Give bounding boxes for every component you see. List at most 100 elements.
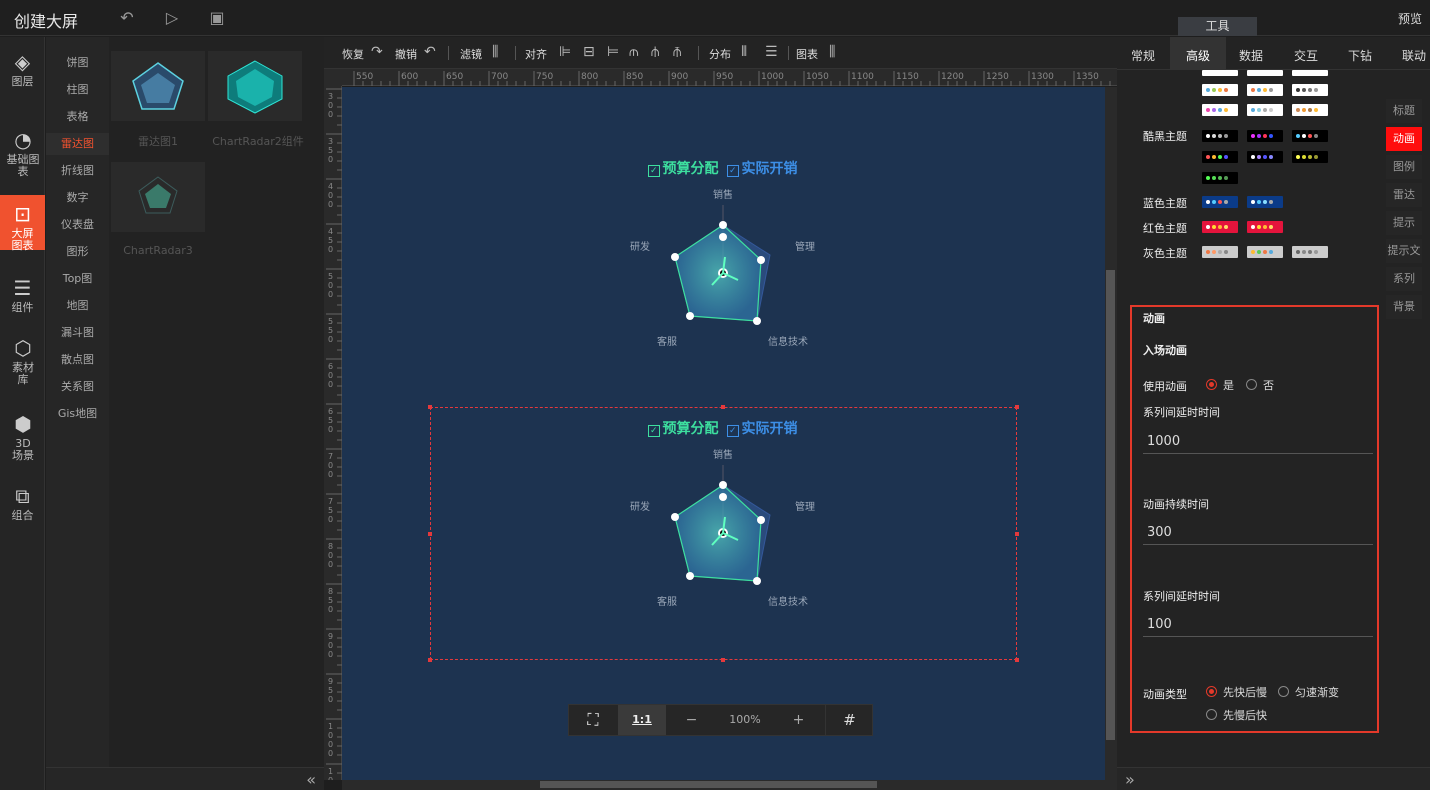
side-menu-series[interactable]: 系列	[1386, 267, 1422, 291]
category-item[interactable]: 散点图	[46, 349, 109, 371]
side-menu-tooltip[interactable]: 提示	[1386, 211, 1422, 235]
series-delay2-input[interactable]: 100	[1143, 613, 1373, 637]
nav-screen-chart[interactable]: ⊡ 大屏图表	[0, 195, 45, 252]
category-item[interactable]: 表格	[46, 106, 109, 128]
align-left-icon[interactable]: ⊫	[559, 44, 571, 60]
theme-swatch[interactable]	[1247, 70, 1283, 76]
tab-advanced[interactable]: 高级	[1186, 47, 1210, 64]
tab-linkage[interactable]: 联动	[1402, 47, 1426, 64]
radar1-legend-budget[interactable]: ✓ 预算分配	[648, 158, 719, 178]
category-item[interactable]: Gis地图	[46, 403, 109, 425]
theme-swatch[interactable]	[1292, 246, 1328, 258]
radar1-legend-actual[interactable]: ✓ 实际开销	[727, 158, 798, 178]
resize-handle[interactable]	[721, 405, 725, 409]
back-icon[interactable]: ↶	[118, 9, 136, 27]
resize-handle[interactable]	[428, 532, 432, 536]
nav-basic-chart[interactable]: ◔ 基础图表	[6, 129, 40, 178]
side-menu-title[interactable]: 标题	[1386, 99, 1422, 123]
theme-swatch[interactable]	[1202, 84, 1238, 96]
theme-swatch[interactable]	[1292, 151, 1328, 163]
side-menu-radar[interactable]: 雷达	[1386, 183, 1422, 207]
distribute-v-icon[interactable]: ☰	[765, 44, 778, 60]
filter-chart-icon[interactable]: ⫼	[492, 44, 498, 60]
tab-data[interactable]: 数据	[1239, 47, 1263, 64]
side-menu-background[interactable]: 背景	[1386, 295, 1422, 319]
theme-swatch[interactable]	[1202, 130, 1238, 142]
theme-swatch[interactable]	[1202, 151, 1238, 163]
theme-swatch[interactable]	[1202, 104, 1238, 116]
preview-button[interactable]: 预览	[1398, 10, 1422, 27]
side-menu-tooltip-text[interactable]: 提示文	[1386, 239, 1422, 263]
theme-swatch[interactable]	[1202, 221, 1238, 233]
theme-swatch[interactable]	[1247, 84, 1283, 96]
use-animation-yes-radio[interactable]	[1206, 379, 1217, 390]
category-item[interactable]: 关系图	[46, 376, 109, 398]
theme-swatch[interactable]	[1292, 70, 1328, 76]
align-middle-icon[interactable]: ⫛	[651, 44, 659, 60]
align-top-icon[interactable]: ⫙	[629, 44, 639, 60]
tab-general[interactable]: 常规	[1131, 47, 1155, 64]
play-icon[interactable]: ▷	[163, 9, 181, 27]
redo-button[interactable]: 恢复	[342, 46, 364, 62]
resize-handle[interactable]	[1015, 405, 1019, 409]
align-button[interactable]: 对齐	[525, 46, 547, 62]
category-item[interactable]: 地图	[46, 295, 109, 317]
horizontal-scroll-thumb[interactable]	[540, 781, 877, 788]
vertical-scroll-thumb[interactable]	[1106, 270, 1115, 740]
category-item[interactable]: 饼图	[46, 52, 109, 74]
resize-handle[interactable]	[428, 658, 432, 662]
tab-drilldown[interactable]: 下钻	[1348, 47, 1372, 64]
theme-swatch[interactable]	[1202, 196, 1238, 208]
redo-icon[interactable]: ↷	[371, 44, 383, 60]
thumb-radar1[interactable]	[111, 51, 205, 121]
align-right-icon[interactable]: ⊨	[607, 44, 619, 60]
resize-handle[interactable]	[1015, 658, 1019, 662]
theme-swatch[interactable]	[1247, 221, 1283, 233]
align-bottom-icon[interactable]: ⫚	[673, 44, 681, 60]
resize-handle[interactable]	[1015, 532, 1019, 536]
category-item[interactable]: 仪表盘	[46, 214, 109, 236]
thumb-radar3[interactable]	[111, 162, 205, 232]
undo-icon[interactable]: ↶	[424, 44, 436, 60]
side-menu-animation[interactable]: 动画	[1386, 127, 1422, 151]
resize-handle[interactable]	[428, 405, 432, 409]
fit-screen-button[interactable]: ⛶	[569, 705, 617, 735]
zoom-out-button[interactable]: −	[669, 705, 714, 735]
type-linear-radio[interactable]	[1278, 686, 1289, 697]
use-animation-no-radio[interactable]	[1246, 379, 1257, 390]
theme-swatch[interactable]	[1247, 130, 1283, 142]
grid-toggle-button[interactable]: #	[825, 705, 873, 735]
chart-button[interactable]: 图表	[796, 46, 818, 62]
distribute-h-icon[interactable]: ⦀	[741, 44, 747, 60]
filter-button[interactable]: 滤镜	[460, 46, 482, 62]
nav-assets[interactable]: ⬡ 素材库	[10, 337, 36, 386]
type-fast-slow-radio[interactable]	[1206, 686, 1217, 697]
chart-icon[interactable]: ⫼	[829, 44, 835, 60]
actual-size-button[interactable]: 1:1	[618, 705, 666, 735]
series-delay-input[interactable]: 1000	[1143, 430, 1373, 454]
theme-swatch[interactable]	[1247, 104, 1283, 116]
nav-group[interactable]: ⧉ 组合	[0, 485, 45, 522]
thumb-radar2[interactable]	[208, 51, 302, 121]
category-item-active[interactable]: 雷达图	[46, 133, 109, 155]
tools-tab[interactable]: 工具	[1178, 17, 1257, 36]
nav-3d-scene[interactable]: ⬢ 3D场景	[10, 413, 36, 462]
theme-swatch[interactable]	[1247, 196, 1283, 208]
nav-components[interactable]: ☰ 组件	[0, 277, 45, 314]
category-item[interactable]: 漏斗图	[46, 322, 109, 344]
radar2-legend-budget[interactable]: ✓ 预算分配	[648, 418, 719, 438]
theme-swatch[interactable]	[1247, 246, 1283, 258]
theme-swatch[interactable]	[1202, 70, 1238, 76]
duration-input[interactable]: 300	[1143, 521, 1373, 545]
align-center-icon[interactable]: ⊟	[583, 44, 595, 60]
save-icon[interactable]: ▣	[208, 9, 226, 27]
theme-swatch[interactable]	[1247, 151, 1283, 163]
resize-handle[interactable]	[721, 658, 725, 662]
nav-layers[interactable]: ◈ 图层	[0, 51, 45, 88]
theme-swatch[interactable]	[1202, 172, 1238, 184]
category-item[interactable]: 柱图	[46, 79, 109, 101]
collapse-left-icon[interactable]: «	[306, 770, 316, 789]
collapse-right-icon[interactable]: »	[1125, 770, 1135, 789]
theme-swatch[interactable]	[1202, 246, 1238, 258]
category-item[interactable]: Top图	[46, 268, 109, 290]
